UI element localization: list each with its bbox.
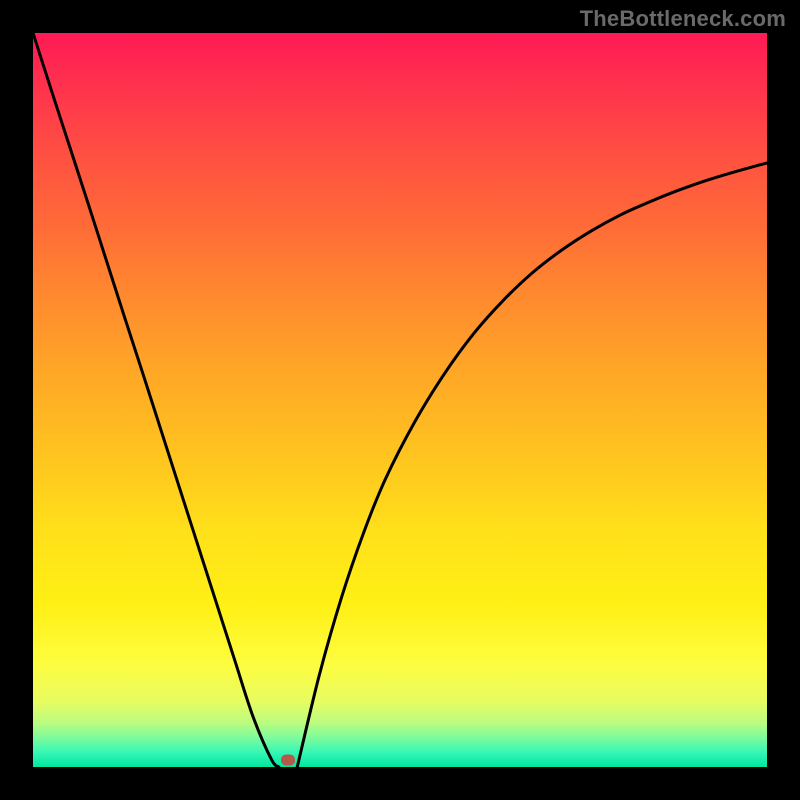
curve-layer xyxy=(33,33,767,767)
bottleneck-curve-right xyxy=(297,163,767,767)
watermark-text: TheBottleneck.com xyxy=(580,6,786,32)
chart-frame: TheBottleneck.com xyxy=(0,0,800,800)
plot-area xyxy=(33,33,767,767)
bottleneck-curve-left xyxy=(33,33,279,767)
optimal-point-marker xyxy=(281,754,295,765)
